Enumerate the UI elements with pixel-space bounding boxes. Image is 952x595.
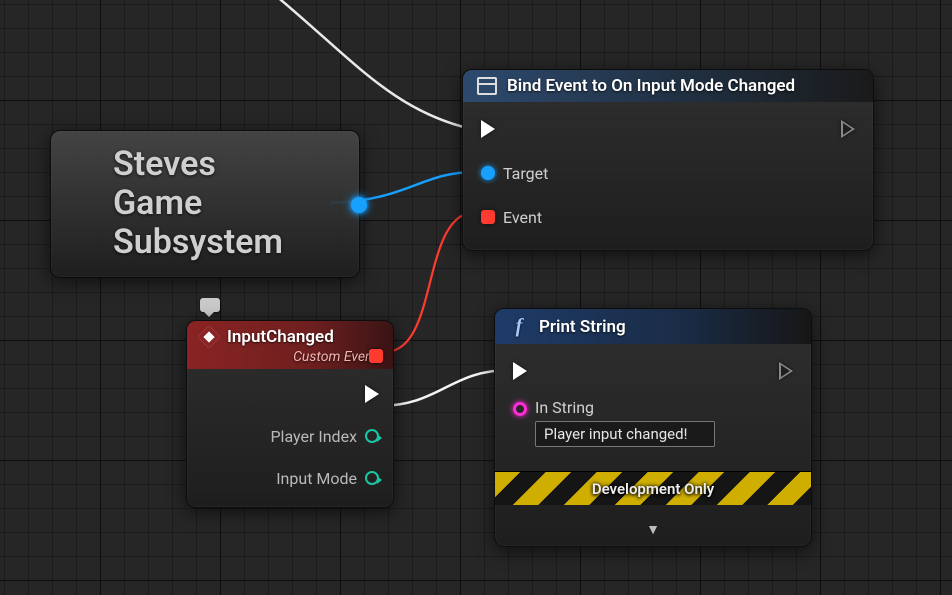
bind-target-label: Target <box>503 164 548 183</box>
bind-node-title: Bind Event to On Input Mode Changed <box>507 76 795 96</box>
function-icon: f <box>509 315 529 338</box>
print-exec-in-pin[interactable] <box>513 362 527 380</box>
event-node-header: InputChanged Custom Event <box>187 321 393 369</box>
bind-target-pin[interactable] <box>481 166 495 180</box>
event-node-subtitle: Custom Event <box>199 347 381 365</box>
node-custom-event[interactable]: InputChanged Custom Event Player Index I… <box>186 320 394 508</box>
bind-node-header: Bind Event to On Input Mode Changed <box>463 70 873 102</box>
bind-exec-in-pin[interactable] <box>481 120 495 138</box>
event-player-index-label: Player Index <box>270 427 357 446</box>
event-node-title: InputChanged <box>227 327 334 347</box>
print-instring-pin[interactable] <box>513 402 527 416</box>
node-print-string[interactable]: f Print String In String Player input ch… <box>494 308 812 547</box>
event-player-index-pin[interactable] <box>365 429 379 443</box>
subsystem-title: Steves Game Subsystem <box>51 131 359 262</box>
bind-event-pin[interactable] <box>481 210 495 224</box>
subsystem-title-line3: Subsystem <box>113 223 359 262</box>
print-node-header: f Print String <box>495 309 811 344</box>
comment-icon[interactable] <box>200 298 220 312</box>
node-subsystem-variable[interactable]: Steves Game Subsystem <box>50 130 360 278</box>
bind-event-label: Event <box>503 208 542 227</box>
bind-header-icon <box>477 77 497 95</box>
print-exec-out-pin[interactable] <box>779 362 793 380</box>
subsystem-title-line1: Steves <box>113 145 359 184</box>
print-instring-label: In String <box>535 398 715 417</box>
subsystem-title-line2: Game <box>113 184 359 223</box>
node-bind-event[interactable]: Bind Event to On Input Mode Changed Targ… <box>462 69 874 251</box>
subsystem-output-pin[interactable] <box>351 197 367 213</box>
event-input-mode-label: Input Mode <box>276 469 357 488</box>
event-input-mode-pin[interactable] <box>365 471 379 485</box>
development-only-banner: Development Only <box>495 471 811 505</box>
print-node-title: Print String <box>539 317 626 337</box>
event-delegate-out-pin[interactable] <box>369 349 383 363</box>
bind-exec-out-pin[interactable] <box>841 120 855 138</box>
print-instring-value[interactable]: Player input changed! <box>535 421 715 447</box>
event-exec-out-pin[interactable] <box>365 385 379 403</box>
expand-node-caret[interactable]: ▼ <box>513 519 793 546</box>
event-header-icon <box>198 326 221 349</box>
